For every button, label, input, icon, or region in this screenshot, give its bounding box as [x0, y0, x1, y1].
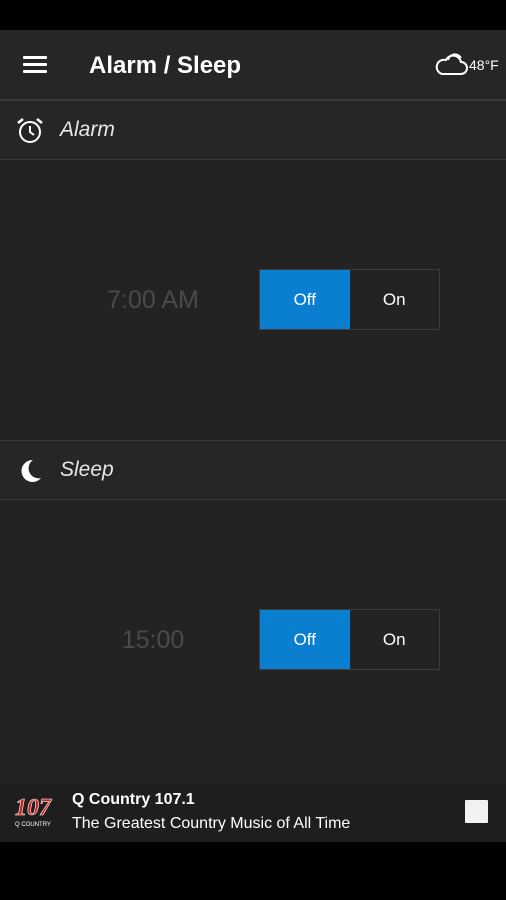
alarm-on-button[interactable]: On [350, 270, 440, 329]
alarm-time[interactable]: 7:00 AM [78, 286, 228, 315]
stop-button[interactable] [465, 800, 488, 823]
weather-temperature: 48°F [469, 57, 499, 73]
alarm-clock-icon [17, 118, 43, 143]
station-name: Q Country 107.1 [72, 791, 195, 808]
sleep-time[interactable]: 15:00 [78, 626, 228, 655]
status-bar [0, 0, 506, 30]
svg-text:Q COUNTRY: Q COUNTRY [15, 822, 51, 828]
main-content: Alarm 7:00 AM Off On Sleep 15:00 Off On [0, 100, 506, 783]
cloud-icon [435, 53, 468, 75]
svg-text:107: 107 [15, 795, 52, 821]
app-bar: Alarm / Sleep 48°F [0, 30, 506, 100]
sleep-section-header: Sleep [0, 440, 506, 500]
alarm-toggle: Off On [259, 269, 440, 330]
navigation-bar [0, 842, 506, 900]
sleep-on-button[interactable]: On [350, 610, 440, 669]
page-title: Alarm / Sleep [89, 52, 242, 79]
sleep-off-button[interactable]: Off [260, 610, 350, 669]
hamburger-menu-icon[interactable] [23, 56, 47, 74]
sleep-toggle: Off On [259, 609, 440, 670]
alarm-off-button[interactable]: Off [260, 270, 350, 329]
alarm-section-title: Alarm [60, 118, 115, 141]
station-tagline: The Greatest Country Music of All Time [72, 815, 351, 832]
now-playing-bar[interactable]: 107 Q COUNTRY Q Country 107.1 The Greate… [0, 783, 506, 842]
moon-icon [21, 459, 41, 482]
alarm-section-header: Alarm [0, 100, 506, 160]
sleep-section-title: Sleep [60, 458, 114, 481]
station-logo: 107 Q COUNTRY [15, 795, 53, 828]
